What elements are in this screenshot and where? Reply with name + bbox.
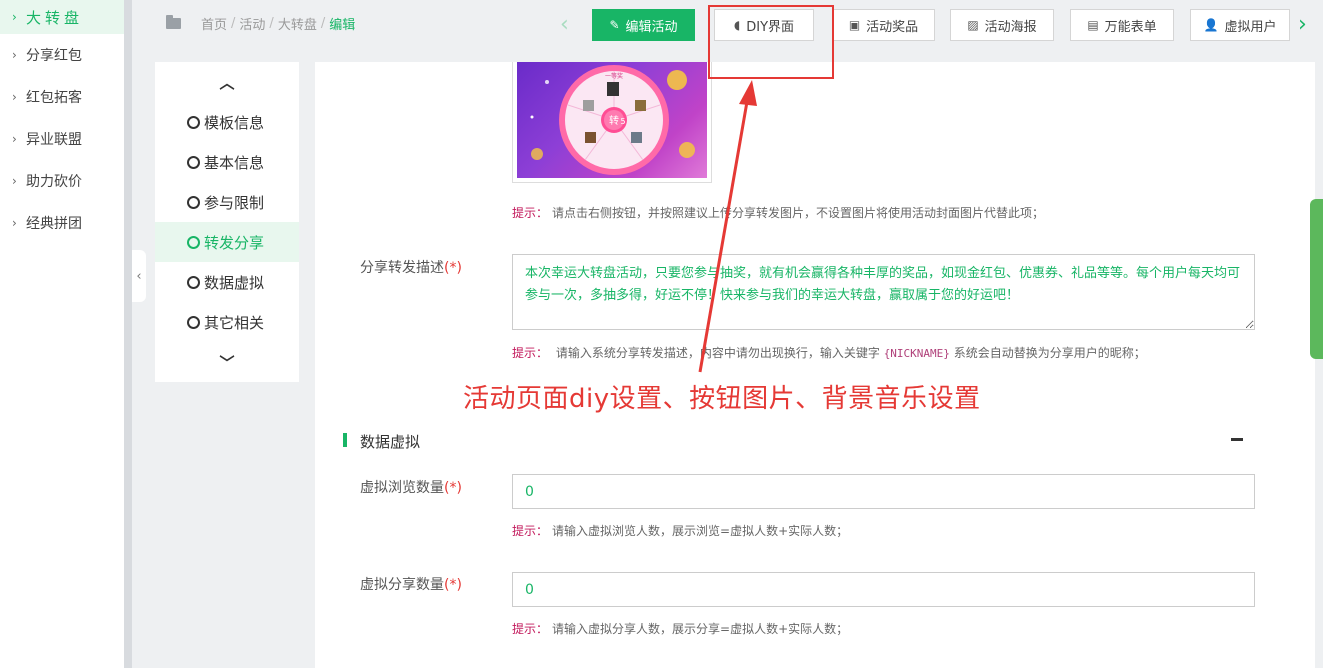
breadcrumb-separator: /	[320, 16, 326, 31]
sidebar-item-redpacket-expand[interactable]: › 红包拓客	[0, 76, 124, 118]
edit-activity-label: 编辑活动	[625, 19, 678, 35]
step-label: 参与限制	[204, 193, 265, 212]
circle-icon	[187, 235, 200, 249]
image-icon: ▨	[967, 18, 979, 32]
folder-icon	[166, 15, 181, 29]
breadcrumb-big-wheel[interactable]: 大转盘	[278, 14, 317, 33]
chevron-right-icon: ›	[12, 216, 17, 230]
document-icon: ▤	[1087, 18, 1099, 32]
step-label: 数据虚拟	[204, 273, 265, 292]
virtual-users-label: 虚拟用户	[1224, 19, 1277, 35]
breadcrumb-current: 编辑	[329, 18, 356, 33]
chevron-right-icon: ›	[12, 174, 17, 188]
virtual-shares-label: 虚拟分享数量(*)	[360, 577, 462, 593]
gift-icon: ▣	[848, 18, 861, 32]
section-title-virtual-data: 数据虚拟	[360, 433, 421, 451]
circle-icon	[187, 155, 200, 169]
activity-poster-label: 活动海报	[984, 19, 1037, 35]
virtual-users-button[interactable]: 👤 虚拟用户	[1190, 9, 1290, 41]
edit-icon: ✎	[609, 18, 620, 32]
breadcrumb-activity[interactable]: 活动	[239, 14, 265, 33]
annotation-text: 活动页面diy设置、按钮图片、背景音乐设置	[463, 384, 981, 414]
step-virtual-data[interactable]: 数据虚拟	[155, 262, 299, 302]
edit-activity-button[interactable]: ✎ 编辑活动	[592, 9, 695, 41]
chevron-down-icon: ﹀	[219, 353, 235, 372]
virtual-shares-input[interactable]	[512, 572, 1255, 607]
right-side-tab[interactable]	[1310, 199, 1323, 359]
share-image-tip: 提示： 请点击右侧按钮，并按照建议上传分享转发图片，不设置图片将使用活动封面图片代…	[512, 206, 1045, 220]
toolbar-scroll-left-button[interactable]: ‹	[560, 14, 569, 36]
circle-icon	[187, 115, 200, 129]
virtual-shares-tip: 提示： 请输入虚拟分享人数，展示分享=虚拟人数+实际人数；	[512, 622, 849, 636]
sidebar-item-label: 异业联盟	[26, 132, 82, 148]
leaf-icon: ◖	[733, 18, 741, 32]
sidebar-item-bargain[interactable]: › 助力砍价	[0, 160, 124, 202]
share-desc-tip: 提示： 请输入系统分享转发描述，内容中请勿出现换行，输入关键字 {NICKNAM…	[512, 346, 1146, 360]
step-others[interactable]: 其它相关	[155, 302, 299, 342]
chevron-right-icon: ›	[12, 48, 17, 62]
share-desc-label: 分享转发描述(*)	[360, 260, 462, 276]
section-accent-bar	[343, 433, 347, 447]
step-share[interactable]: 转发分享	[155, 222, 299, 262]
chevron-up-icon: ︿	[219, 73, 235, 92]
step-nav-down-button[interactable]: ﹀	[155, 342, 299, 382]
wheel-image: 一等奖 转 5	[517, 62, 707, 178]
breadcrumb-separator: /	[231, 16, 236, 31]
sidebar-item-label: 分享红包	[26, 48, 82, 64]
form-panel: 一等奖 转 5 提示： 请点击右侧按钮，并按照建议上传分享转发图片，不设置图片将使…	[315, 62, 1315, 668]
share-desc-textarea[interactable]: 本次幸运大转盘活动，只要您参与抽奖，就有机会赢得各种丰厚的奖品，如现金红包、优惠…	[512, 254, 1255, 330]
universal-form-label: 万能表单	[1104, 19, 1157, 35]
section-collapse-button[interactable]	[1231, 438, 1243, 441]
circle-icon	[187, 275, 200, 289]
step-label: 模板信息	[204, 113, 265, 132]
sidebar-divider	[124, 0, 132, 668]
share-image-preview[interactable]: 一等奖 转 5	[512, 62, 712, 183]
circle-icon	[187, 195, 200, 209]
step-label: 转发分享	[204, 233, 265, 252]
circle-icon	[187, 315, 200, 329]
breadcrumb-home[interactable]: 首页	[201, 14, 227, 33]
sidebar-item-share-redpacket[interactable]: › 分享红包	[0, 34, 124, 76]
step-label: 其它相关	[204, 313, 265, 332]
chevron-right-icon: ›	[12, 90, 17, 104]
activity-prizes-label: 活动奖品	[866, 19, 919, 35]
sidebar: › 大转盘 › 分享红包 › 红包拓客 › 异业联盟 › 助力砍价 › 经典拼团	[0, 0, 124, 668]
universal-form-button[interactable]: ▤ 万能表单	[1070, 9, 1174, 41]
breadcrumb: 首页 / 活动 / 大转盘 / 编辑	[166, 14, 355, 33]
chevron-right-icon: ›	[12, 132, 17, 146]
step-nav-up-button[interactable]: ︿	[155, 62, 299, 102]
diy-interface-label: DIY界面	[746, 19, 795, 35]
sidebar-collapse-button[interactable]: ‹	[132, 250, 146, 302]
step-label: 基本信息	[204, 153, 265, 172]
activity-poster-button[interactable]: ▨ 活动海报	[950, 9, 1054, 41]
sidebar-item-label: 助力砍价	[26, 174, 82, 190]
wheel-center-label: 转	[609, 114, 619, 127]
virtual-views-label: 虚拟浏览数量(*)	[360, 480, 462, 496]
sidebar-item-label: 经典拼团	[26, 216, 82, 232]
step-participation-limits[interactable]: 参与限制	[155, 182, 299, 222]
step-template-info[interactable]: 模板信息	[155, 102, 299, 142]
sidebar-item-label: 红包拓客	[26, 90, 82, 106]
sidebar-item-big-wheel[interactable]: › 大转盘	[0, 0, 124, 34]
step-basic-info[interactable]: 基本信息	[155, 142, 299, 182]
virtual-views-input[interactable]	[512, 474, 1255, 509]
activity-prizes-button[interactable]: ▣ 活动奖品	[832, 9, 935, 41]
user-add-icon: 👤	[1203, 18, 1219, 32]
chevron-left-icon: ‹	[136, 268, 142, 284]
wheel-bottom-label: 5	[620, 117, 625, 126]
diy-interface-button[interactable]: ◖ DIY界面	[714, 9, 814, 41]
toolbar-scroll-right-button[interactable]: ›	[1298, 14, 1307, 36]
sidebar-item-label: 大转盘	[26, 8, 84, 27]
step-nav: ︿ 模板信息 基本信息 参与限制 转发分享 数据虚拟 其它相关 ﹀	[155, 62, 299, 382]
virtual-views-tip: 提示： 请输入虚拟浏览人数，展示浏览=虚拟人数+实际人数；	[512, 524, 849, 538]
breadcrumb-separator: /	[269, 16, 274, 31]
sidebar-item-alliance[interactable]: › 异业联盟	[0, 118, 124, 160]
chevron-right-icon: ›	[12, 10, 17, 24]
sidebar-item-group-buy[interactable]: › 经典拼团	[0, 202, 124, 244]
wheel-top-label: 一等奖	[605, 72, 623, 80]
wheel-illustration: 一等奖 转 5	[530, 65, 695, 175]
